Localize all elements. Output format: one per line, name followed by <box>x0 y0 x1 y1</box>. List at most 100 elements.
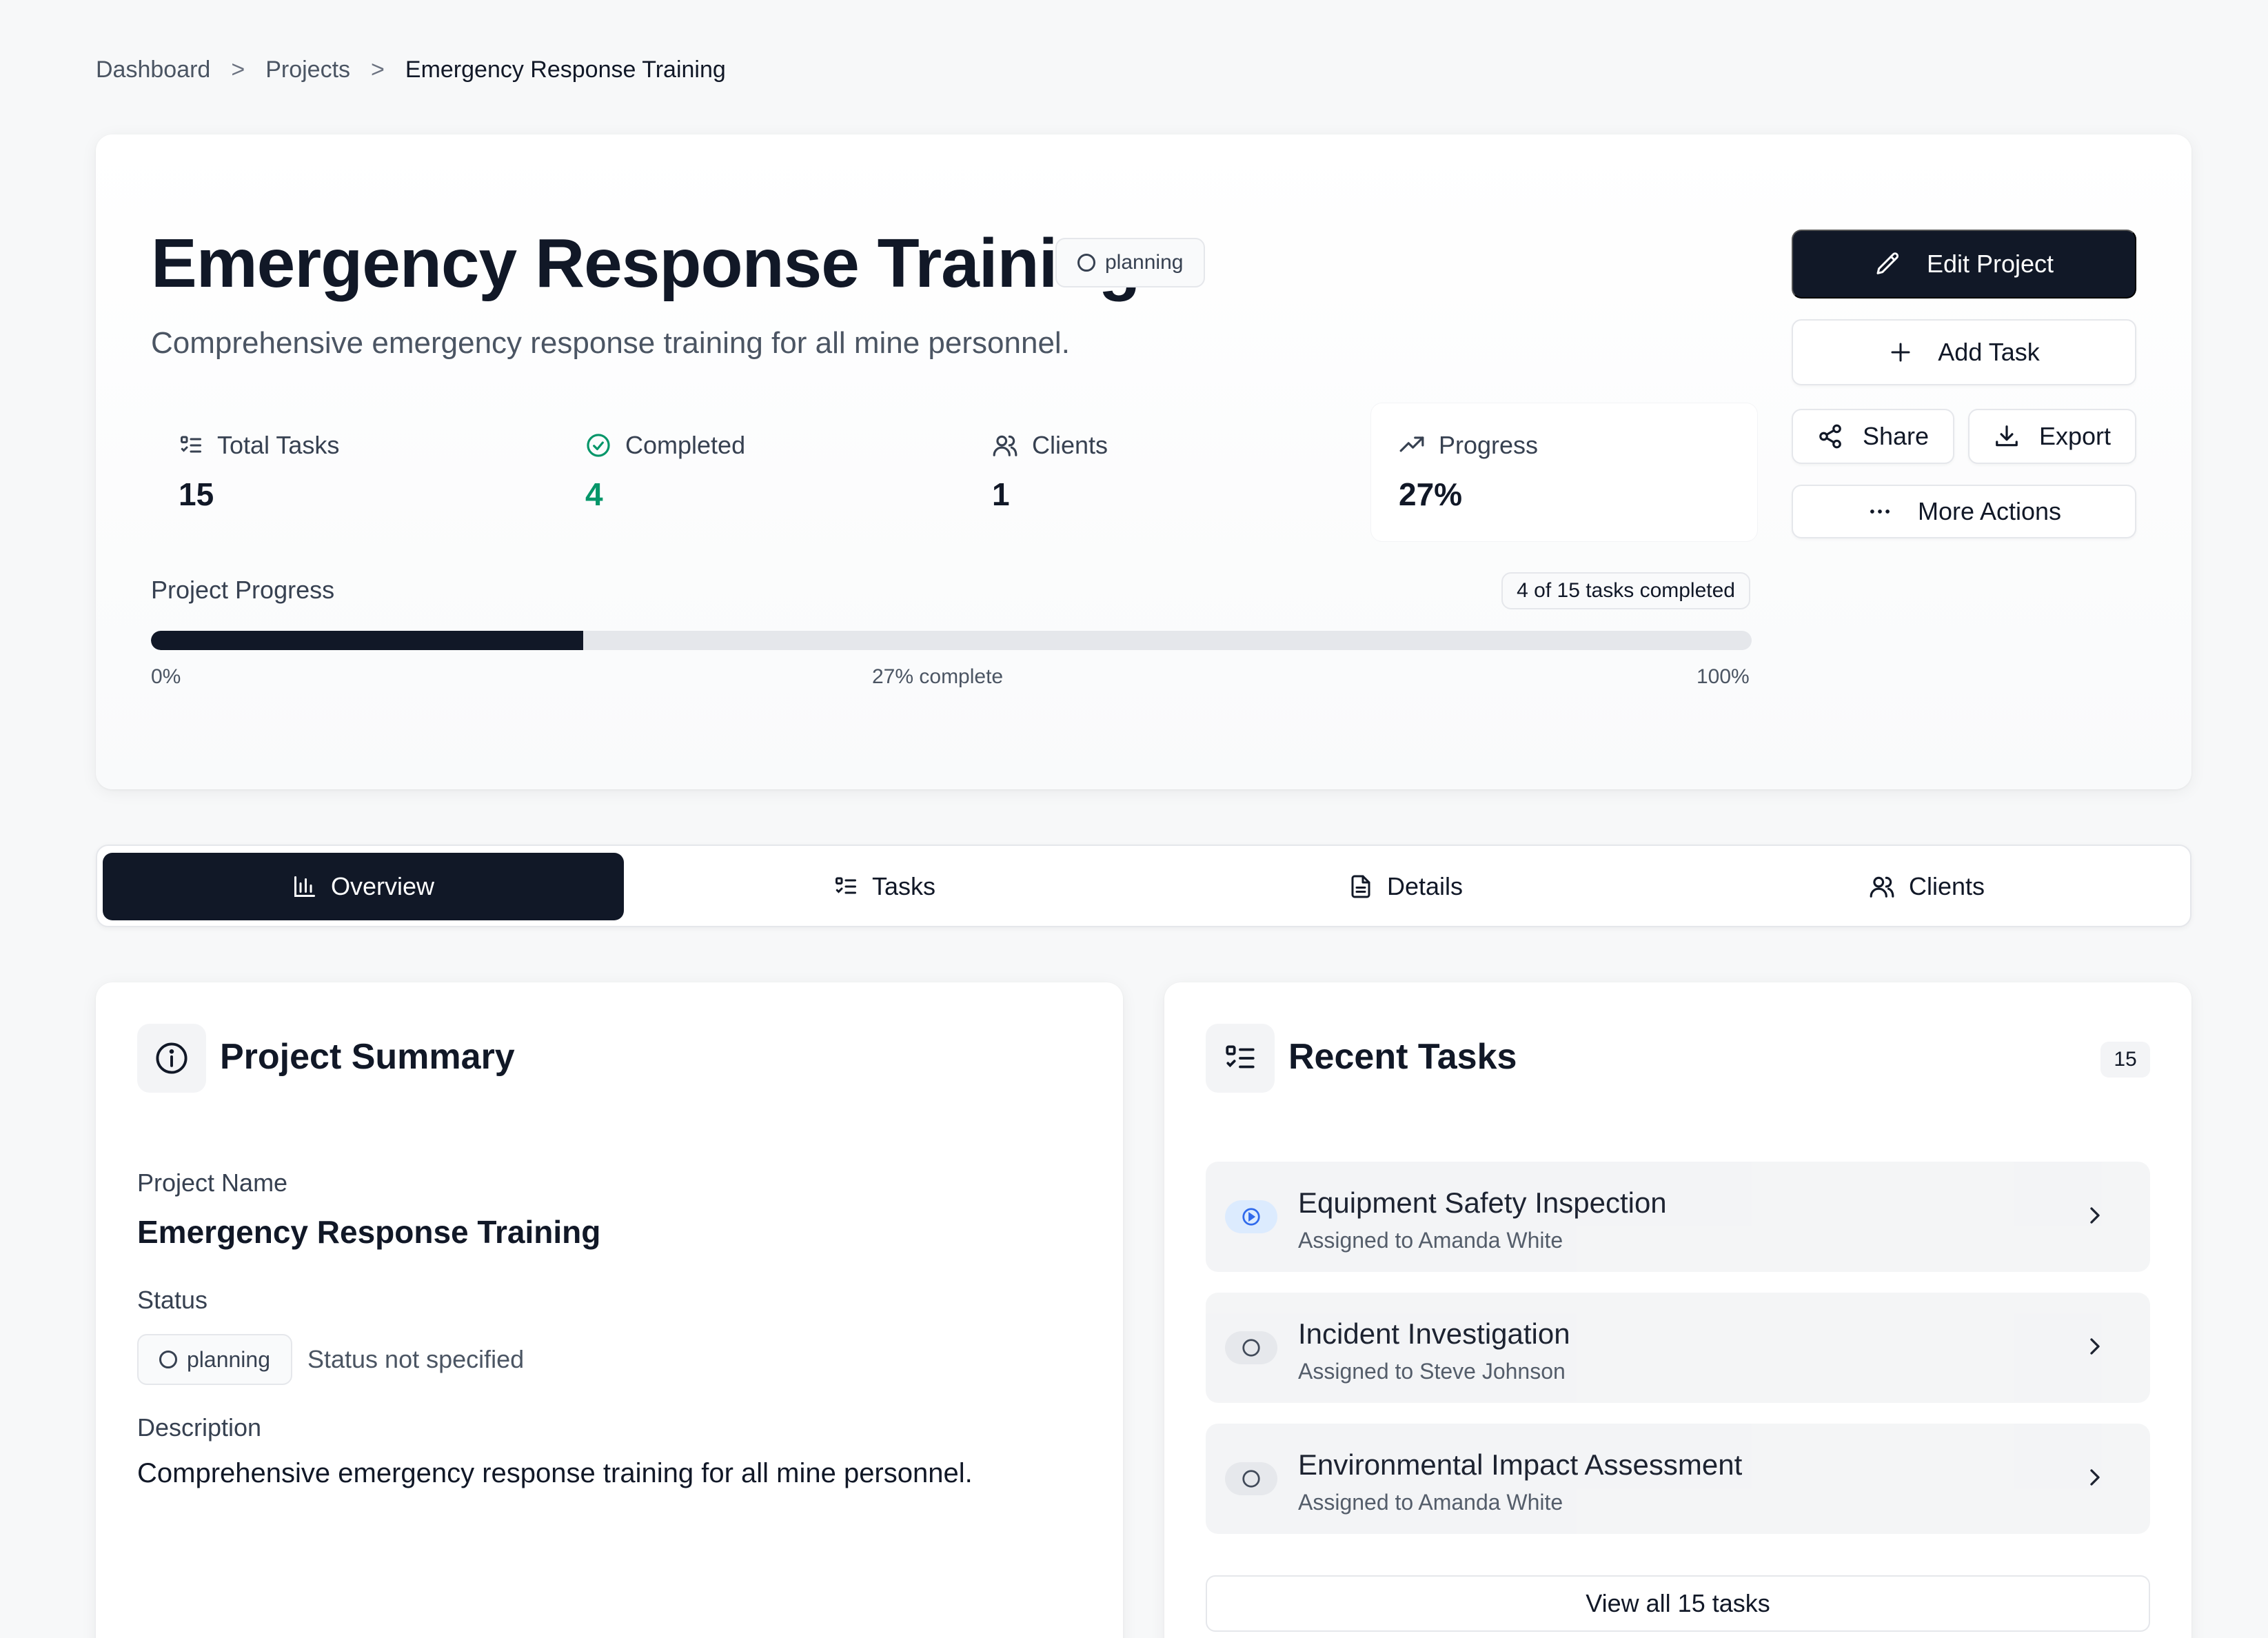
task-assignee: Assigned to Amanda White <box>1298 1228 1563 1253</box>
chevron-right-icon <box>2090 1338 2100 1355</box>
chevron-right-icon <box>2090 1469 2100 1486</box>
status-badge-label: planning <box>1105 251 1184 274</box>
checklist-icon <box>835 877 856 894</box>
stat-value: 27% <box>1399 476 1463 512</box>
tab-label: Overview <box>330 872 435 900</box>
card-icon-box <box>137 1024 206 1093</box>
stat-value: 15 <box>179 476 214 512</box>
task-count-badge: 15 <box>2100 1042 2150 1078</box>
tab-label: Details <box>1386 872 1464 900</box>
breadcrumb-dashboard[interactable]: Dashboard <box>96 57 210 83</box>
trending-up-icon <box>1399 436 1424 452</box>
more-actions-button[interactable]: More Actions <box>1792 485 2136 538</box>
breadcrumb-current: Emergency Response Training <box>405 57 726 83</box>
export-button[interactable]: Export <box>1968 409 2136 464</box>
share-icon <box>1819 424 1841 449</box>
stat-label: Completed <box>625 431 746 459</box>
page-title: Emergency Response Training <box>151 225 1141 302</box>
recent-tasks-card: Recent Tasks 15 Equipment Safety Inspect… <box>1164 982 2191 1638</box>
tab-details[interactable]: Details <box>1145 853 1666 920</box>
stat-completed: Completed 4 <box>558 403 944 541</box>
plus-icon <box>1891 343 1910 362</box>
stat-label: Clients <box>1032 431 1108 459</box>
progress-max-label: 100% <box>1697 665 1750 688</box>
status-note: Status not specified <box>307 1345 525 1373</box>
task-item[interactable]: Equipment Safety Inspection Assigned to … <box>1206 1162 2150 1272</box>
circle-icon <box>1242 1339 1260 1357</box>
tab-label: Clients <box>1908 872 1985 900</box>
share-button[interactable]: Share <box>1792 409 1954 464</box>
progress-summary-badge: 4 of 15 tasks completed <box>1501 572 1750 609</box>
task-assignee: Assigned to Amanda White <box>1298 1490 1563 1515</box>
tab-bar: Overview Tasks Details Clients <box>96 845 2191 927</box>
download-icon <box>1996 425 2018 447</box>
pencil-icon <box>1876 252 1899 274</box>
status-indicator <box>1225 1200 1277 1233</box>
progress-label: Project Progress <box>151 576 335 604</box>
breadcrumb: Dashboard > Projects > Emergency Respons… <box>96 57 726 83</box>
description-label: Description <box>137 1413 262 1442</box>
edit-project-label: Edit Project <box>1926 250 2054 278</box>
more-actions-label: More Actions <box>1917 497 2062 525</box>
edit-project-button[interactable]: Edit Project <box>1792 230 2136 299</box>
stat-value: 4 <box>585 476 603 512</box>
view-all-tasks-button[interactable]: View all 15 tasks <box>1206 1575 2150 1632</box>
users-icon <box>1870 876 1894 898</box>
task-assignee: Assigned to Steve Johnson <box>1298 1359 1566 1384</box>
card-title: Recent Tasks <box>1288 1037 1517 1077</box>
task-item[interactable]: Incident Investigation Assigned to Steve… <box>1206 1293 2150 1403</box>
project-subtitle: Comprehensive emergency response trainin… <box>151 326 1070 360</box>
status-badge-label: planning <box>187 1346 270 1372</box>
card-title: Project Summary <box>220 1037 515 1077</box>
status-indicator <box>1225 1331 1277 1364</box>
progress-percent-label: 27% complete <box>872 665 1004 688</box>
stat-progress: Progress 27% <box>1371 403 1757 541</box>
chevron-right-icon <box>2090 1207 2100 1224</box>
circle-icon <box>1242 1470 1260 1488</box>
breadcrumb-separator: > <box>231 57 245 83</box>
task-name: Environmental Impact Assessment <box>1298 1448 1743 1481</box>
card-icon-box <box>1206 1024 1275 1093</box>
project-name-label: Project Name <box>137 1169 288 1197</box>
stat-label: Total Tasks <box>217 431 340 459</box>
project-header-card: Emergency Response Training planning Com… <box>96 134 2191 789</box>
task-item[interactable]: Environmental Impact Assessment Assigned… <box>1206 1424 2150 1534</box>
tab-label: Tasks <box>871 872 936 900</box>
info-icon <box>156 1042 188 1074</box>
task-name: Incident Investigation <box>1298 1317 1570 1350</box>
project-summary-card: Project Summary Project Name Emergency R… <box>96 982 1123 1638</box>
description-value: Comprehensive emergency response trainin… <box>137 1458 973 1488</box>
play-circle-icon <box>1242 1208 1260 1226</box>
check-circle-icon <box>587 434 610 457</box>
checklist-icon <box>1226 1045 1255 1069</box>
more-horizontal-icon <box>1870 509 1890 514</box>
stat-label: Progress <box>1439 431 1539 459</box>
status-label: Status <box>137 1286 208 1314</box>
add-task-label: Add Task <box>1938 338 2040 366</box>
status-row: planning Status not specified <box>137 1334 524 1385</box>
stat-clients: Clients 1 <box>964 403 1350 541</box>
progress-min-label: 0% <box>151 665 181 688</box>
tab-tasks[interactable]: Tasks <box>624 853 1145 920</box>
stat-total-tasks: Total Tasks 15 <box>151 403 537 541</box>
status-badge: planning <box>137 1334 292 1385</box>
users-icon <box>993 435 1017 456</box>
breadcrumb-separator: > <box>371 57 385 83</box>
add-task-button[interactable]: Add Task <box>1792 319 2136 385</box>
bar-chart-icon <box>294 876 315 897</box>
export-label: Export <box>2038 422 2112 450</box>
tab-clients[interactable]: Clients <box>1666 853 2187 920</box>
status-indicator <box>1225 1462 1277 1495</box>
breadcrumb-projects[interactable]: Projects <box>265 57 350 83</box>
checklist-icon <box>181 436 201 453</box>
tab-overview[interactable]: Overview <box>103 853 624 920</box>
project-name-value: Emergency Response Training <box>137 1214 601 1250</box>
status-badge: planning <box>1055 238 1206 287</box>
document-icon <box>1351 875 1370 898</box>
project-page: Dashboard > Projects > Emergency Respons… <box>0 0 2268 1638</box>
circle-icon <box>159 1351 177 1368</box>
progress-bar-fill <box>151 631 583 650</box>
share-label: Share <box>1862 422 1930 450</box>
task-name: Equipment Safety Inspection <box>1298 1186 1667 1219</box>
stat-value: 1 <box>992 476 1010 512</box>
